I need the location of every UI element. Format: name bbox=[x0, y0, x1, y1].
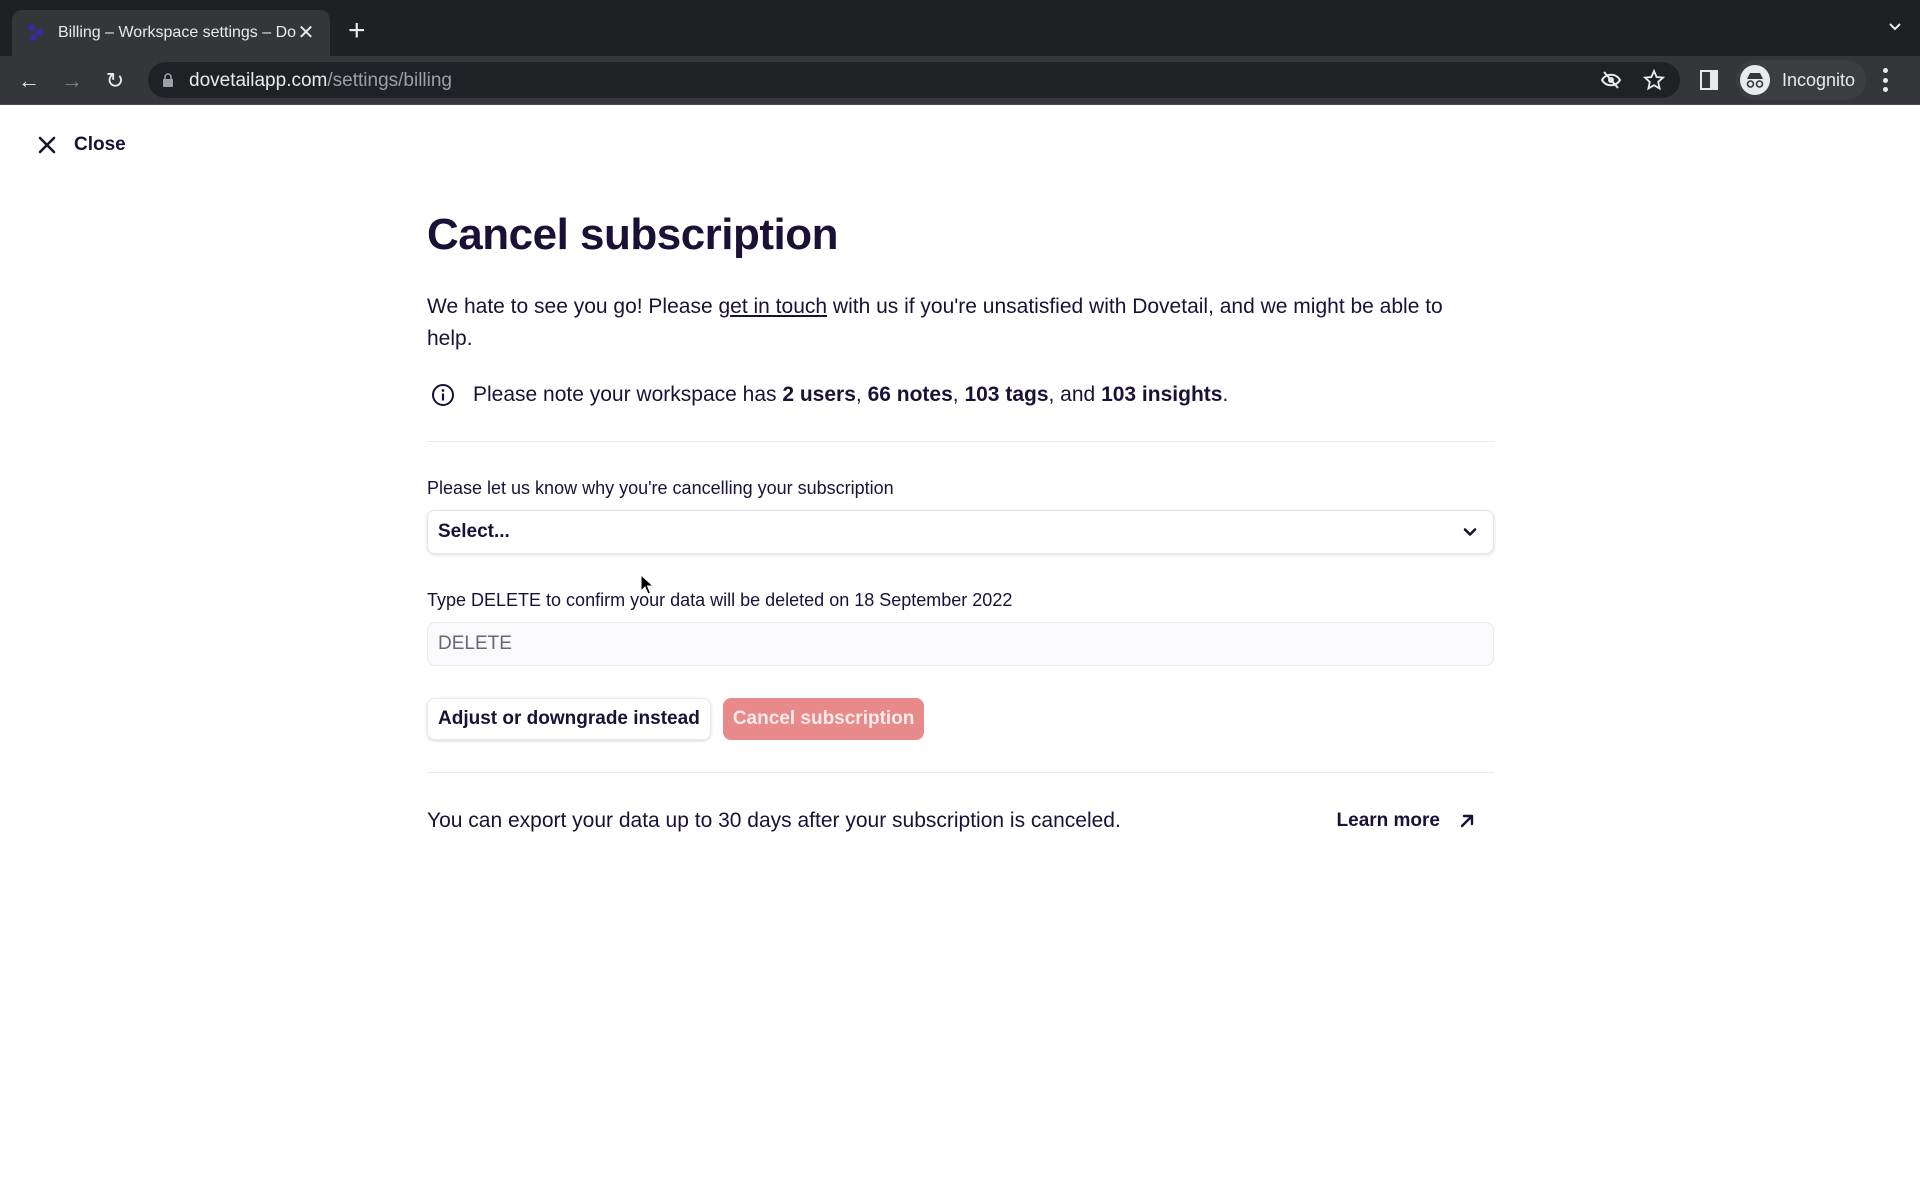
info-icon bbox=[432, 384, 454, 406]
url-text: dovetailapp.com/settings/billing bbox=[189, 70, 452, 92]
get-in-touch-link[interactable]: get in touch bbox=[718, 295, 827, 318]
browser-tab[interactable]: Billing – Workspace settings – Dovetail … bbox=[12, 10, 330, 56]
forward-arrow-icon[interactable]: → bbox=[57, 66, 87, 96]
page-title: Cancel subscription bbox=[427, 210, 839, 259]
address-bar[interactable]: dovetailapp.com/settings/billing bbox=[148, 62, 1680, 98]
lock-icon bbox=[163, 73, 173, 87]
new-tab-icon[interactable]: + bbox=[348, 16, 366, 46]
incognito-icon bbox=[1740, 65, 1770, 95]
intro-text: We hate to see you go! Please get in tou… bbox=[427, 291, 1494, 355]
url-domain: dovetailapp.com bbox=[189, 70, 328, 91]
browser-toolbar: ← → ↻ dovetailapp.com/settings/billing I… bbox=[0, 56, 1920, 105]
tab-close-icon[interactable]: ✕ bbox=[296, 23, 316, 43]
chevron-down-icon bbox=[1463, 528, 1477, 536]
bookmark-star-icon[interactable] bbox=[1643, 69, 1665, 91]
tab-search-chevron-icon[interactable] bbox=[1888, 20, 1902, 34]
divider bbox=[427, 441, 1494, 442]
incognito-profile-button[interactable]: Incognito bbox=[1736, 60, 1866, 100]
external-link-arrow-icon bbox=[1460, 814, 1474, 828]
export-info-text: You can export your data up to 30 days a… bbox=[427, 809, 1121, 832]
notes-count: 66 notes bbox=[867, 383, 953, 406]
note-suffix: . bbox=[1222, 383, 1229, 406]
browser-menu-icon[interactable] bbox=[1882, 68, 1888, 92]
tags-count: 103 tags bbox=[964, 383, 1049, 406]
confirm-delete-label: Type DELETE to confirm your data will be… bbox=[427, 590, 1013, 610]
confirm-delete-input[interactable] bbox=[427, 622, 1494, 666]
export-footer: You can export your data up to 30 days a… bbox=[427, 809, 1494, 833]
learn-more-link[interactable]: Learn more bbox=[1337, 810, 1494, 832]
url-path: /settings/billing bbox=[327, 70, 452, 91]
eye-off-icon[interactable] bbox=[1600, 69, 1622, 91]
learn-more-label: Learn more bbox=[1336, 810, 1440, 831]
reason-label: Please let us know why you're cancelling… bbox=[427, 478, 894, 498]
note-separator: , bbox=[855, 383, 868, 406]
tab-title: Billing – Workspace settings – Dovetail bbox=[58, 24, 296, 41]
note-text: Please note your workspace has 2 users , … bbox=[473, 383, 1228, 407]
close-label: Close bbox=[74, 134, 126, 155]
insights-count: 103 insights bbox=[1101, 383, 1223, 406]
workspace-summary-note: Please note your workspace has 2 users , … bbox=[427, 383, 1494, 407]
note-separator: , and bbox=[1048, 383, 1102, 406]
close-button[interactable]: Close bbox=[36, 134, 126, 156]
note-separator: , bbox=[952, 383, 965, 406]
reload-icon[interactable]: ↻ bbox=[100, 66, 130, 96]
side-panel-icon[interactable] bbox=[1700, 70, 1718, 90]
select-value: Select... bbox=[438, 521, 510, 542]
intro-text-start: We hate to see you go! Please bbox=[427, 295, 719, 318]
profile-label: Incognito bbox=[1782, 69, 1856, 90]
note-prefix: Please note your workspace has bbox=[473, 383, 783, 406]
mouse-cursor-icon bbox=[640, 574, 654, 595]
dovetail-favicon-icon bbox=[28, 24, 46, 42]
users-count: 2 users bbox=[782, 383, 856, 406]
cancellation-reason-select[interactable]: Select... bbox=[427, 510, 1494, 554]
cancel-subscription-button[interactable]: Cancel subscription bbox=[722, 698, 925, 740]
divider bbox=[427, 772, 1494, 773]
cancel-subscription-panel: Cancel subscription We hate to see you g… bbox=[427, 205, 1494, 833]
back-arrow-icon[interactable]: ← bbox=[14, 66, 44, 96]
adjust-or-downgrade-button[interactable]: Adjust or downgrade instead bbox=[427, 698, 711, 740]
action-buttons: Adjust or downgrade instead Cancel subsc… bbox=[427, 698, 1494, 740]
close-icon bbox=[38, 136, 56, 154]
browser-tab-strip: Billing – Workspace settings – Dovetail … bbox=[0, 0, 1920, 56]
